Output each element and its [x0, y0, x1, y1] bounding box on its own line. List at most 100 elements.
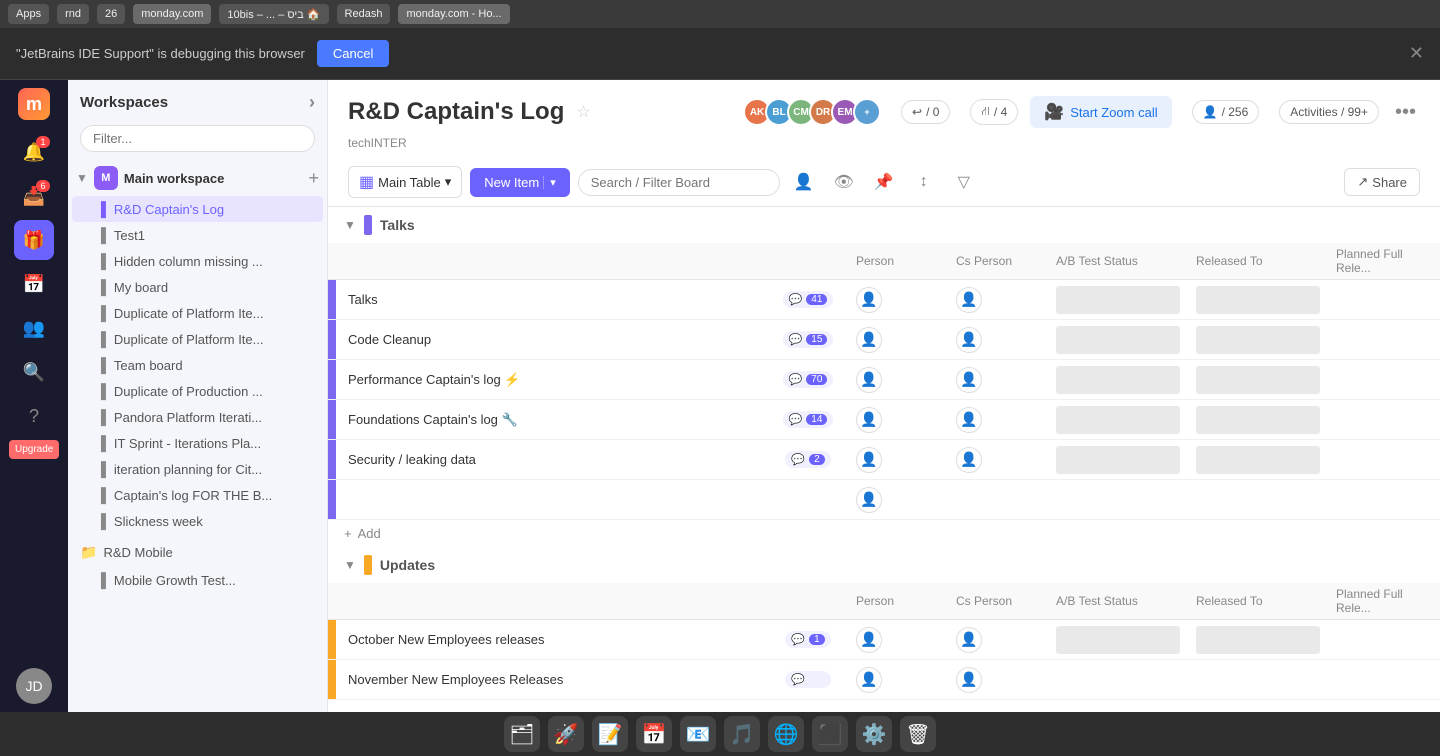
filter-icon[interactable]: ▽ [948, 166, 980, 198]
nav-help[interactable]: ? [14, 396, 54, 436]
browser-tab-redash[interactable]: Redash [337, 4, 391, 24]
row-cs-cell[interactable]: 👤 [948, 363, 1048, 397]
sidebar-item-dup-platform-2[interactable]: ▐ Duplicate of Platform Ite... [72, 326, 323, 352]
dock-trash[interactable]: 🗑 [900, 716, 936, 752]
row-updates-cell[interactable]: 💬 1 [768, 631, 848, 648]
sidebar-item-my-board[interactable]: ▐ My board [72, 274, 323, 300]
group-talks-header[interactable]: ▼ Talks [328, 207, 1440, 243]
close-icon[interactable]: ✕ [1409, 43, 1424, 64]
cancel-button[interactable]: Cancel [317, 40, 389, 67]
dock-launchpad[interactable]: 🚀 [548, 716, 584, 752]
sidebar-item-iteration-planning[interactable]: ▐ iteration planning for Cit... [72, 456, 323, 482]
dock-calendar[interactable]: 📅 [636, 716, 672, 752]
row-person-cell[interactable]: 👤 [848, 663, 948, 697]
row-cs-cell[interactable]: 👤 [948, 663, 1048, 697]
more-options-icon[interactable]: ••• [1391, 97, 1420, 128]
row-person-cell[interactable]: 👤 [848, 283, 948, 317]
share-button[interactable]: ↗ Share [1344, 168, 1420, 196]
row-cs-cell[interactable]: 👤 [948, 283, 1048, 317]
sidebar-item-dup-platform-1[interactable]: ▐ Duplicate of Platform Ite... [72, 300, 323, 326]
browser-tab-10bis[interactable]: 10bis – ... – ביס 🏠 [219, 4, 328, 24]
row-item-name[interactable]: Foundations Captain's log 🔧 [336, 404, 768, 436]
row-item-name[interactable]: October New Employees releases [336, 624, 768, 655]
sidebar-item-mobile-growth[interactable]: ▐ Mobile Growth Test... [72, 567, 323, 593]
row-updates-cell[interactable]: 💬 70 [768, 371, 848, 388]
row-cs-cell[interactable]: 👤 [948, 443, 1048, 477]
new-item-chevron-icon[interactable]: ▾ [543, 176, 556, 189]
add-item-row[interactable]: + Add [328, 520, 1440, 547]
dock-finder[interactable]: 🗂 [504, 716, 540, 752]
group-updates-header[interactable]: ▼ Updates [328, 547, 1440, 583]
board-star-icon[interactable]: ☆ [576, 102, 590, 122]
nav-bell[interactable]: 🔔1 [14, 132, 54, 172]
nav-inbox[interactable]: 📥6 [14, 176, 54, 216]
row-updates-cell[interactable]: 💬 2 [768, 451, 848, 468]
row-person-cell[interactable]: 👤 [848, 403, 948, 437]
nav-people[interactable]: 👥 [14, 308, 54, 348]
nav-calendar[interactable]: 📅 [14, 264, 54, 304]
sort-icon[interactable]: ↕ [908, 166, 940, 198]
activities-button[interactable]: Activities / 99+ [1279, 100, 1379, 124]
browser-tab-apps[interactable]: Apps [8, 4, 49, 24]
update-bubble[interactable]: 💬 70 [783, 371, 834, 388]
row-item-name[interactable]: Talks [336, 284, 768, 315]
start-zoom-call-button[interactable]: 🎥 Start Zoom call [1030, 96, 1171, 128]
update-bubble[interactable]: 💬 15 [783, 331, 834, 348]
row-cs-cell[interactable]: 👤 [948, 623, 1048, 657]
workspace-add-icon[interactable]: + [308, 168, 319, 189]
row-cs-cell[interactable]: 👤 [948, 403, 1048, 437]
nav-search[interactable]: 🔍 [14, 352, 54, 392]
user-avatar[interactable]: JD [16, 668, 52, 704]
sidebar-item-pandora[interactable]: ▐ Pandora Platform Iterati... [72, 404, 323, 430]
sidebar-item-slickness[interactable]: ▐ Slickness week [72, 508, 323, 534]
dock-mail[interactable]: 📧 [680, 716, 716, 752]
row-person-cell[interactable]: 👤 [848, 363, 948, 397]
row-item-name[interactable]: Security / leaking data [336, 444, 768, 475]
row-person-cell[interactable]: 👤 [848, 323, 948, 357]
sidebar-filter-input[interactable] [80, 125, 315, 152]
dock-music[interactable]: 🎵 [724, 716, 760, 752]
update-bubble[interactable]: 💬 14 [783, 411, 834, 428]
browser-tab-monday[interactable]: monday.com [133, 4, 211, 24]
workspace-header[interactable]: ▼ M Main workspace + [68, 160, 327, 196]
update-bubble[interactable]: 💬 41 [783, 291, 834, 308]
update-bubble[interactable]: 💬 [785, 671, 831, 688]
row-updates-cell[interactable]: 💬 14 [768, 411, 848, 428]
row-updates-cell[interactable]: 💬 15 [768, 331, 848, 348]
pin-icon[interactable]: 📌 [868, 166, 900, 198]
row-person-cell[interactable]: 👤 [848, 443, 948, 477]
update-bubble[interactable]: 💬 2 [785, 451, 831, 468]
row-cs-cell[interactable]: 👤 [948, 323, 1048, 357]
row-updates-cell[interactable]: 💬 [768, 671, 848, 688]
main-table-button[interactable]: ▦ Main Table ▾ [348, 166, 462, 198]
row-person-cell[interactable]: 👤 [848, 623, 948, 657]
group-collapse-icon[interactable]: ▼ [344, 558, 356, 572]
dock-settings[interactable]: ⚙️ [856, 716, 892, 752]
browser-tab-monday2[interactable]: monday.com - Ho... [398, 4, 509, 24]
dock-terminal[interactable]: ⬛ [812, 716, 848, 752]
members-count-button[interactable]: ⛙ / 4 [970, 99, 1018, 125]
browser-tab-rnd[interactable]: rnd [57, 4, 89, 24]
upgrade-button[interactable]: Upgrade [9, 440, 59, 459]
rnd-mobile-folder[interactable]: 📁 R&D Mobile [68, 538, 327, 567]
sidebar-item-rd-captains-log[interactable]: ▐ R&D Captain's Log [72, 196, 323, 222]
dock-browser[interactable]: 🌐 [768, 716, 804, 752]
update-bubble[interactable]: 💬 1 [785, 631, 831, 648]
search-filter-input[interactable] [578, 169, 780, 196]
new-item-button[interactable]: New Item ▾ [470, 168, 569, 197]
person-count-button[interactable]: 👤 / 256 [1192, 100, 1260, 124]
sidebar-item-test1[interactable]: ▐ Test1 [72, 222, 323, 248]
sidebar-item-team-board[interactable]: ▐ Team board [72, 352, 323, 378]
app-logo[interactable]: m [18, 88, 50, 120]
row-item-name[interactable]: November New Employees Releases [336, 664, 768, 695]
nav-gift[interactable]: 🎁 [14, 220, 54, 260]
browser-tab-26[interactable]: 26 [97, 4, 125, 24]
group-collapse-icon[interactable]: ▼ [344, 218, 356, 232]
row-person-empty[interactable]: 👤 [848, 483, 948, 517]
sidebar-item-it-sprint[interactable]: ▐ IT Sprint - Iterations Pla... [72, 430, 323, 456]
sidebar-item-hidden-col[interactable]: ▐ Hidden column missing ... [72, 248, 323, 274]
row-item-name[interactable]: Performance Captain's log ⚡ [336, 364, 768, 396]
sidebar-close-icon[interactable]: › [309, 92, 315, 113]
updates-count-button[interactable]: ↩ / 0 [901, 100, 950, 124]
sidebar-item-captains-log-b[interactable]: ▐ Captain's log FOR THE B... [72, 482, 323, 508]
